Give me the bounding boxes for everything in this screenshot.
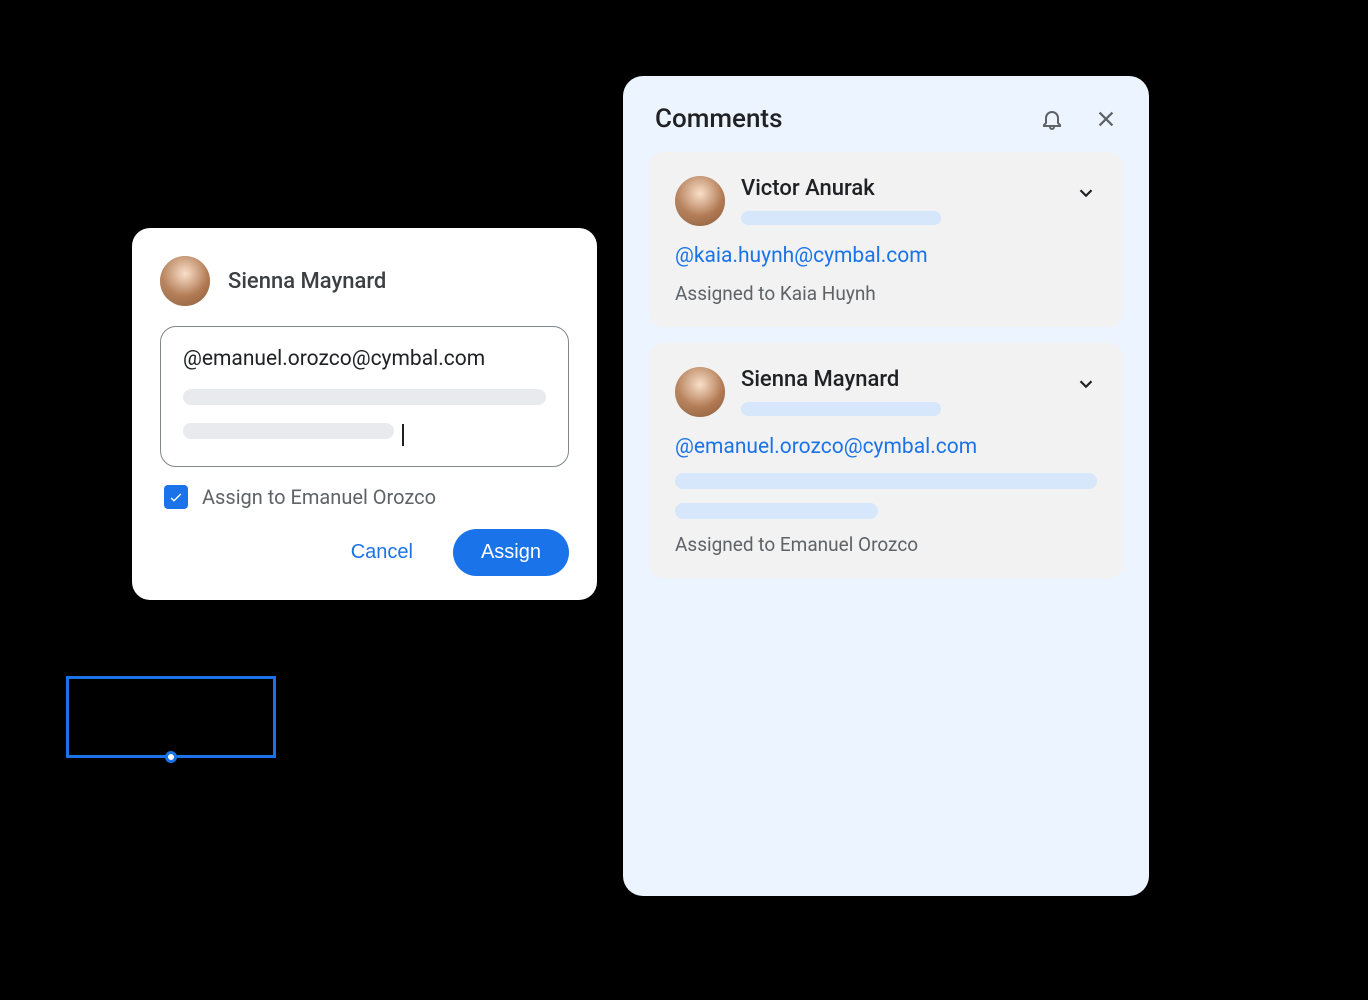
assigned-to-label: Assigned to Kaia Huynh xyxy=(675,282,1097,305)
comment-composer-card: Sienna Maynard @emanuel.orozco@cymbal.co… xyxy=(132,228,597,600)
avatar xyxy=(160,256,210,306)
cancel-button[interactable]: Cancel xyxy=(335,531,429,574)
text-skeleton-line xyxy=(675,473,1097,489)
comment-expand-button[interactable] xyxy=(1075,182,1097,208)
comment-input[interactable]: @emanuel.orozco@cymbal.com xyxy=(160,326,569,467)
comment-author-name: Victor Anurak xyxy=(741,176,941,201)
notifications-button[interactable] xyxy=(1039,106,1065,132)
comments-panel-title: Comments xyxy=(655,104,782,134)
comment-card-header: Victor Anurak xyxy=(675,176,1097,226)
text-skeleton-line xyxy=(183,423,394,439)
assign-checkbox-row[interactable]: Assign to Emanuel Orozco xyxy=(160,485,569,509)
bell-icon xyxy=(1040,107,1064,131)
comments-panel-header: Comments xyxy=(649,100,1123,134)
text-cursor xyxy=(402,424,404,446)
close-icon xyxy=(1095,108,1117,130)
composer-author-name: Sienna Maynard xyxy=(228,269,386,294)
comment-input-text: @emanuel.orozco@cymbal.com xyxy=(183,347,546,371)
comment-card-header: Sienna Maynard xyxy=(675,367,1097,417)
comments-panel-actions xyxy=(1039,106,1119,132)
comment-mention[interactable]: @emanuel.orozco@cymbal.com xyxy=(675,435,1097,459)
avatar xyxy=(675,176,725,226)
avatar xyxy=(675,367,725,417)
assign-button[interactable]: Assign xyxy=(453,529,569,576)
timestamp-skeleton xyxy=(741,211,941,225)
timestamp-skeleton xyxy=(741,402,941,416)
comment-author-name: Sienna Maynard xyxy=(741,367,941,392)
comment-expand-button[interactable] xyxy=(1075,373,1097,399)
comment-card[interactable]: Sienna Maynard @emanuel.orozco@cymbal.co… xyxy=(649,343,1123,578)
text-skeleton-line xyxy=(675,503,878,519)
assigned-to-label: Assigned to Emanuel Orozco xyxy=(675,533,1097,556)
composer-button-row: Cancel Assign xyxy=(160,529,569,576)
selection-handle[interactable] xyxy=(165,751,177,763)
comment-card[interactable]: Victor Anurak @kaia.huynh@cymbal.com Ass… xyxy=(649,152,1123,327)
cell-selection-box xyxy=(66,676,276,758)
comments-panel: Comments Victor Anurak @kaia.huynh@cymba… xyxy=(623,76,1149,896)
comment-mention[interactable]: @kaia.huynh@cymbal.com xyxy=(675,244,1097,268)
chevron-down-icon xyxy=(1075,182,1097,204)
assign-checkbox[interactable] xyxy=(164,485,188,509)
check-icon xyxy=(168,489,184,505)
close-button[interactable] xyxy=(1093,106,1119,132)
text-skeleton-line xyxy=(183,389,546,405)
composer-header: Sienna Maynard xyxy=(160,256,569,306)
chevron-down-icon xyxy=(1075,373,1097,395)
assign-checkbox-label: Assign to Emanuel Orozco xyxy=(202,485,436,509)
